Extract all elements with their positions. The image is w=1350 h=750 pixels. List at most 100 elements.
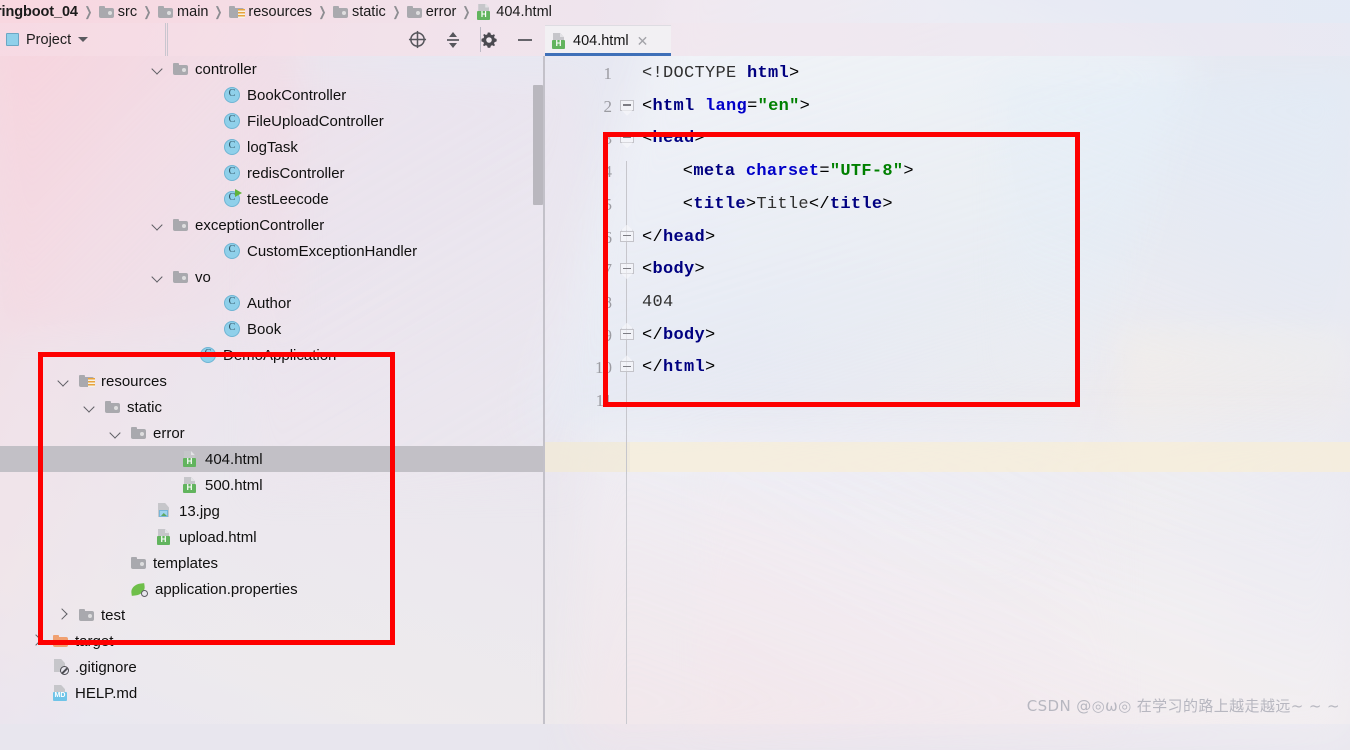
tree-row-application-properties[interactable]: application.properties <box>0 576 545 602</box>
tree-row-label: 404.html <box>205 451 263 468</box>
chevron-down-icon[interactable] <box>58 375 70 387</box>
code-token: meta <box>693 162 735 181</box>
tree-row-13-jpg[interactable]: 13.jpg <box>0 498 545 524</box>
class-runnable-icon <box>224 191 240 207</box>
code-token: body <box>653 260 695 279</box>
chevron-right-icon[interactable] <box>32 635 44 647</box>
chevron-down-icon[interactable] <box>152 219 164 231</box>
breadcrumb-item-main[interactable]: main <box>156 4 210 20</box>
code-token: charset <box>746 162 820 181</box>
tree-row-bookcontroller[interactable]: BookController <box>0 82 545 108</box>
tree-row-target[interactable]: target <box>0 628 545 654</box>
code-fold-marker[interactable] <box>620 361 634 378</box>
code-fold-marker[interactable] <box>620 132 634 149</box>
code-fold-marker[interactable] <box>620 263 634 280</box>
code-line-7[interactable]: <body> <box>642 260 705 279</box>
tree-row-customexceptionhandler[interactable]: CustomExceptionHandler <box>0 238 545 264</box>
code-token: < <box>642 97 653 116</box>
settings-gear-icon[interactable] <box>478 29 500 51</box>
code-token: </ <box>642 228 663 247</box>
project-tool-window-tab[interactable]: Project <box>0 23 166 56</box>
tree-row-label: target <box>75 633 113 650</box>
project-tree-scrollbar[interactable] <box>533 85 543 205</box>
tree-row-author[interactable]: Author <box>0 290 545 316</box>
code-line-10[interactable]: </html> <box>642 358 716 377</box>
code-token: > <box>903 162 914 181</box>
breadcrumb: ringboot_04❯src❯main❯resources❯static❯er… <box>0 0 1350 23</box>
tree-row-help-md[interactable]: HELP.md <box>0 680 545 706</box>
tree-row-book[interactable]: Book <box>0 316 545 342</box>
code-line-1[interactable]: <!DOCTYPE html> <box>642 64 800 83</box>
tree-row-vo[interactable]: vo <box>0 264 545 290</box>
tree-arrow-placeholder <box>179 349 191 361</box>
code-line-2[interactable]: <html lang="en"> <box>642 97 810 116</box>
code-line-3[interactable]: <head> <box>642 129 705 148</box>
html-file-icon <box>477 4 492 20</box>
chevron-down-icon[interactable] <box>78 37 88 42</box>
code-token: > <box>800 97 811 116</box>
folder-icon <box>407 6 422 18</box>
breadcrumb-item-404-html[interactable]: 404.html <box>475 4 554 20</box>
code-fold-marker[interactable] <box>620 329 634 346</box>
breadcrumb-item-ringboot_04[interactable]: ringboot_04 <box>0 4 80 20</box>
tree-row--gitignore[interactable]: .gitignore <box>0 654 545 680</box>
tree-row-controller[interactable]: controller <box>0 56 545 82</box>
panel-splitter[interactable] <box>543 56 545 724</box>
chevron-down-icon[interactable] <box>84 401 96 413</box>
tree-row-label: 500.html <box>205 477 263 494</box>
breadcrumb-separator: ❯ <box>82 4 94 20</box>
chevron-right-icon[interactable] <box>58 609 70 621</box>
breadcrumb-item-src[interactable]: src <box>97 4 139 20</box>
tree-arrow-placeholder <box>203 193 215 205</box>
breadcrumb-item-error[interactable]: error <box>405 4 459 20</box>
code-line-5[interactable]: <title>Title</title> <box>683 195 893 214</box>
code-editor[interactable]: 1234567891011 <!DOCTYPE html><html lang=… <box>545 56 1350 724</box>
code-token: > <box>746 195 757 214</box>
line-number: 8 <box>552 293 612 313</box>
editor-gutter[interactable]: 1234567891011 <box>545 56 630 724</box>
editor-tab-404-html[interactable]: 404.html ✕ <box>545 25 671 56</box>
tree-row-500-html[interactable]: 500.html <box>0 472 545 498</box>
select-opened-file-icon[interactable] <box>406 29 428 51</box>
code-line-9[interactable]: </body> <box>642 326 716 345</box>
line-number: 7 <box>552 260 612 280</box>
chevron-down-icon[interactable] <box>152 63 164 75</box>
tree-row-error[interactable]: error <box>0 420 545 446</box>
code-line-4[interactable]: <meta charset="UTF-8"> <box>683 162 914 181</box>
tree-arrow-placeholder <box>110 557 122 569</box>
code-token: html <box>663 358 705 377</box>
chevron-down-icon[interactable] <box>152 271 164 283</box>
tree-row-templates[interactable]: templates <box>0 550 545 576</box>
collapse-all-icon[interactable] <box>442 29 464 51</box>
breadcrumb-item-label: resources <box>248 4 312 20</box>
excluded-folder-icon <box>53 635 68 647</box>
code-token: html <box>747 64 789 83</box>
tree-arrow-placeholder <box>203 115 215 127</box>
code-line-8[interactable]: 404 <box>642 293 674 312</box>
project-tree[interactable]: controllerBookControllerFileUploadContro… <box>0 56 545 724</box>
close-icon[interactable]: ✕ <box>637 34 649 48</box>
tree-row-logtask[interactable]: logTask <box>0 134 545 160</box>
tree-row-static[interactable]: static <box>0 394 545 420</box>
tree-row-rediscontroller[interactable]: redisController <box>0 160 545 186</box>
code-fold-marker[interactable] <box>620 100 634 117</box>
editor-tab-strip: 404.html ✕ <box>545 23 1350 56</box>
chevron-down-icon[interactable] <box>110 427 122 439</box>
breadcrumb-separator: ❯ <box>213 4 225 20</box>
hide-tool-window-icon[interactable] <box>514 29 536 51</box>
tree-row-testleecode[interactable]: testLeecode <box>0 186 545 212</box>
html-file-icon <box>552 33 567 49</box>
breadcrumb-item-resources[interactable]: resources <box>227 4 314 20</box>
watermark: CSDN @◎ω◎ 在学习的路上越走越远~ ~ ~ <box>1027 695 1340 716</box>
breadcrumb-item-static[interactable]: static <box>331 4 388 20</box>
tree-row-upload-html[interactable]: upload.html <box>0 524 545 550</box>
code-line-6[interactable]: </head> <box>642 228 716 247</box>
tree-row-exceptioncontroller[interactable]: exceptionController <box>0 212 545 238</box>
tree-row-resources[interactable]: resources <box>0 368 545 394</box>
tree-arrow-placeholder <box>203 323 215 335</box>
code-fold-marker[interactable] <box>620 231 634 248</box>
tree-row-demoapplication[interactable]: DemoApplication <box>0 342 545 368</box>
tree-row-fileuploadcontroller[interactable]: FileUploadController <box>0 108 545 134</box>
tree-row-test[interactable]: test <box>0 602 545 628</box>
tree-row-404-html[interactable]: 404.html <box>0 446 545 472</box>
